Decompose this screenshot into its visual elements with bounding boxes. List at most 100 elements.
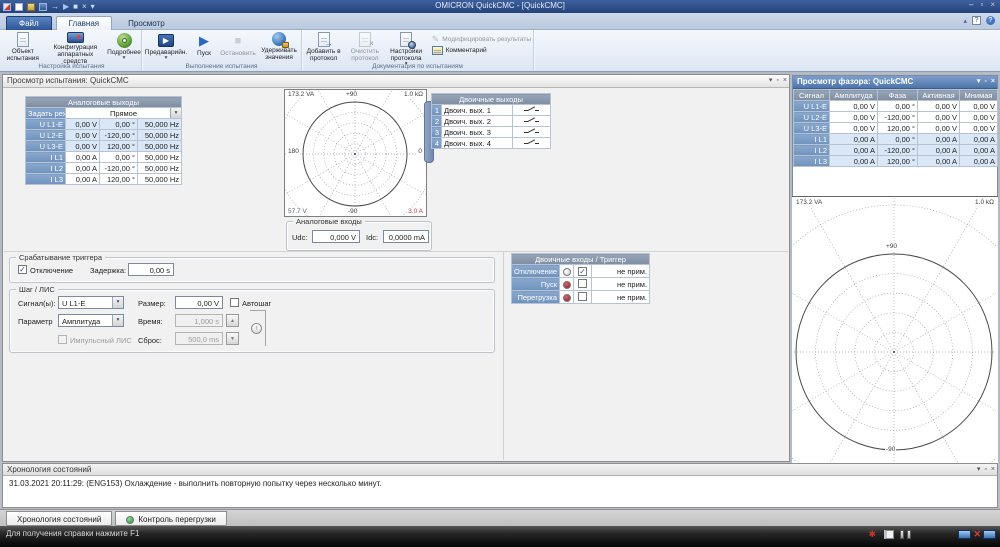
size-label: Размер:: [138, 299, 166, 308]
section-divider: [4, 251, 788, 252]
hold-values-button[interactable]: Удерживать значения: [258, 31, 300, 62]
frequency-cell[interactable]: 50,000 Hz: [138, 152, 182, 163]
collapse-ribbon-icon[interactable]: ▴: [963, 17, 967, 25]
input-checkbox[interactable]: [578, 292, 587, 301]
panel-dropdown-icon[interactable]: ▾: [977, 465, 981, 475]
phasor-row: I L20,00 A-120,00 °0,00 A0,00 A: [794, 145, 998, 156]
help-window-icon[interactable]: ?: [972, 16, 981, 25]
save-icon[interactable]: [39, 3, 47, 11]
start-button[interactable]: ▶ Пуск: [190, 31, 218, 62]
frequency-cell[interactable]: 50,000 Hz: [138, 174, 182, 185]
switch-state-cell[interactable]: [513, 138, 551, 149]
udc-field[interactable]: 0,000 V: [312, 230, 360, 243]
test-object-button[interactable]: Объект испытания: [2, 31, 44, 62]
panel-restore-icon[interactable]: ▫: [776, 76, 778, 86]
play-icon[interactable]: ▶: [63, 2, 69, 12]
panel-restore-icon[interactable]: ▫: [984, 77, 986, 87]
input-checkbox[interactable]: [578, 279, 587, 288]
trip-checkbox-label: Отключение: [30, 266, 73, 275]
phase-cell[interactable]: -120,00 °: [100, 163, 138, 174]
trigger-group-title: Срабатывание триггера: [16, 253, 105, 262]
open-folder-icon[interactable]: [27, 3, 35, 11]
status-log-panel: Хронология состояний ▾ ▫ × 31.03.2021 20…: [2, 463, 998, 508]
mode-select[interactable]: Прямое ▾: [66, 108, 182, 119]
phasor-polar-chart: 173.2 VA 1.0 kΩ +90 -90: [792, 196, 998, 463]
tab-view[interactable]: Просмотр: [116, 17, 177, 30]
panel-close-icon[interactable]: ×: [783, 76, 787, 86]
restore-button[interactable]: ▫: [980, 0, 983, 9]
panel-dropdown-icon[interactable]: ▾: [769, 76, 773, 86]
amplitude-cell[interactable]: 0,00 A: [66, 174, 100, 185]
phasor-row: I L30,00 A120,00 °0,00 A0,00 A: [794, 156, 998, 167]
step-down-button[interactable]: ▼: [226, 332, 239, 345]
help-icon[interactable]: ?: [986, 16, 995, 25]
phase-cell[interactable]: 0,00 °: [100, 152, 138, 163]
report-settings-button[interactable]: Настройки протокола ▾: [384, 31, 427, 62]
phase-cell[interactable]: 120,00 °: [100, 141, 138, 152]
phase-cell[interactable]: 120,00 °: [100, 174, 138, 185]
chevron-down-icon[interactable]: ▾: [91, 2, 95, 12]
step-up-button[interactable]: ▲: [226, 314, 239, 327]
panel-close-icon[interactable]: ×: [991, 465, 995, 475]
amplitude-cell[interactable]: 0,00 V: [66, 141, 100, 152]
signal-select[interactable]: U L1-E ▾: [58, 296, 124, 309]
tab-file[interactable]: Файл: [6, 16, 52, 30]
app-icon[interactable]: [3, 3, 11, 11]
prefault-button[interactable]: ▶ Предаварийн. ▾: [142, 31, 190, 62]
trip-checkbox[interactable]: ✓: [18, 265, 27, 274]
redo-arrow-icon[interactable]: →: [51, 2, 59, 12]
amplitude-cell[interactable]: 0,00 A: [66, 163, 100, 174]
stop-icon: ■: [235, 32, 242, 49]
frequency-cell[interactable]: 50,000 Hz: [138, 119, 182, 130]
tab-overload-control[interactable]: Контроль перегрузки: [115, 511, 227, 526]
comment-icon: [432, 46, 443, 55]
new-document-icon[interactable]: [15, 3, 23, 11]
frequency-cell[interactable]: 50,000 Hz: [138, 130, 182, 141]
panel-restore-icon[interactable]: ▫: [984, 465, 986, 475]
test-view-panel-header: Просмотр испытания: QuickCMC ▾ ▫ ×: [3, 75, 789, 88]
title-bar: → ▶ ■ × ▾ OMICRON QuickCMC - [QuickCMC] …: [0, 0, 1000, 13]
chevron-down-icon[interactable]: ▾: [112, 297, 123, 308]
test-polar-chart: 173.2 VA +90 1.0 kΩ 180 0 -90 57.7 V 3.0…: [284, 89, 427, 217]
close-button[interactable]: ×: [990, 0, 995, 9]
output-number-cell: 3: [432, 127, 442, 138]
frequency-cell[interactable]: 50,000 Hz: [138, 163, 182, 174]
ribbon-tab-row: Файл Главная Просмотр ▴ ? ?: [0, 13, 1000, 30]
switch-state-cell[interactable]: [513, 105, 551, 116]
chevron-down-icon[interactable]: ▾: [112, 315, 123, 326]
autostep-checkbox[interactable]: [230, 298, 239, 307]
details-button[interactable]: Подробнее ▾: [107, 31, 141, 62]
switch-state-cell[interactable]: [513, 116, 551, 127]
comment-button[interactable]: Комментарий: [432, 46, 531, 55]
delay-field[interactable]: 0,00 s: [128, 263, 174, 276]
idc-field[interactable]: 0,0000 mA: [383, 230, 429, 243]
amplitude-cell[interactable]: 0,00 A: [66, 152, 100, 163]
parameter-select[interactable]: Амплитуда ▾: [58, 314, 124, 327]
phase-cell[interactable]: 0,00 °: [100, 119, 138, 130]
chart-current-label: 3.0 A: [407, 208, 424, 215]
tab-status-history[interactable]: Хронология состояний: [6, 511, 112, 526]
input-checkbox[interactable]: ✓: [578, 267, 587, 276]
binary-output-row: 1Двоич. вых. 1: [432, 105, 551, 116]
tab-home[interactable]: Главная: [56, 16, 112, 30]
panel-dropdown-icon[interactable]: ▾: [977, 77, 981, 87]
amplitude-cell[interactable]: 0,00 V: [66, 130, 100, 141]
panel-close-icon[interactable]: ×: [991, 77, 995, 87]
frequency-cell[interactable]: 50,000 Hz: [138, 141, 182, 152]
size-field[interactable]: 0,00 V: [175, 296, 223, 309]
output-number-cell: 1: [432, 105, 442, 116]
hardware-config-button[interactable]: Конфигурация аппаратных средств: [44, 31, 107, 62]
time-field: 1,000 s: [175, 314, 223, 327]
computer-icon: [983, 530, 996, 539]
chevron-down-icon[interactable]: ▾: [170, 108, 181, 118]
minimize-button[interactable]: –: [969, 0, 973, 9]
add-to-report-button[interactable]: → Добавить в протокол: [302, 31, 345, 62]
led-icon: [563, 281, 571, 289]
switch-state-cell[interactable]: [513, 127, 551, 138]
amplitude-cell[interactable]: 0,00 V: [66, 119, 100, 130]
bottom-tab-bar: Хронология состояний Контроль перегрузки: [0, 509, 1000, 526]
disconnect-x-icon: ✕: [973, 530, 981, 539]
step-direction-icon[interactable]: ↑: [251, 323, 262, 334]
pulse-ramp-checkbox: [58, 335, 67, 344]
phase-cell[interactable]: -120,00 °: [100, 130, 138, 141]
